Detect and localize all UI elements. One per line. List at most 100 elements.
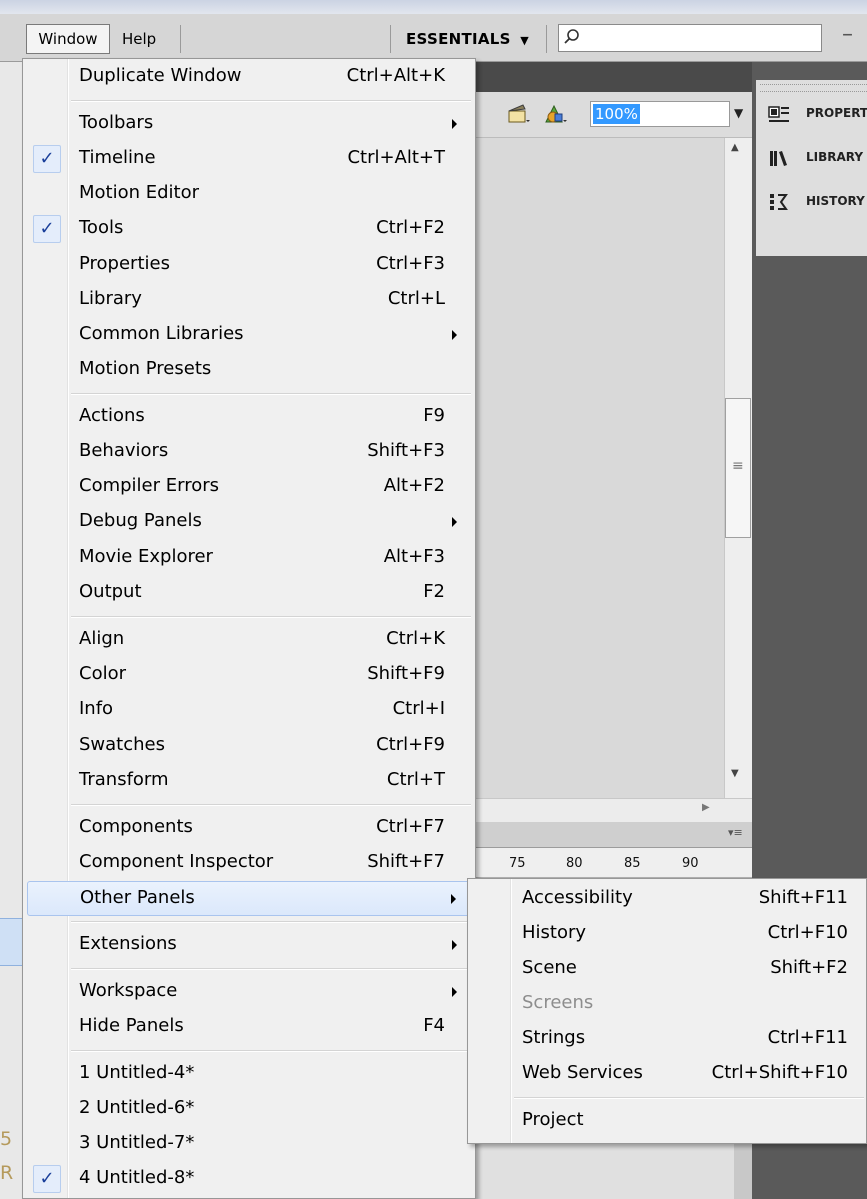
menu-item-shortcut: Alt+F3: [383, 546, 445, 567]
menu-item-4-untitled-8[interactable]: ✓ 4 Untitled-8*: [27, 1162, 471, 1197]
menu-item-label: Hide Panels: [79, 1015, 184, 1036]
dock-item-history[interactable]: HISTORY: [764, 190, 867, 216]
menu-separator: [71, 100, 471, 102]
scroll-down-icon[interactable]: ▼: [731, 768, 739, 779]
menu-help[interactable]: Help: [122, 24, 156, 54]
menu-item-timeline[interactable]: ✓ Timeline Ctrl+Alt+T: [27, 142, 471, 177]
submenu-item-scene[interactable]: Scene Shift+F2: [472, 952, 864, 987]
menu-item-output[interactable]: Output F2: [27, 576, 471, 611]
minimize-button[interactable]: –: [842, 22, 853, 47]
menu-item-label: Motion Presets: [79, 358, 212, 379]
menu-item-3-untitled-7[interactable]: 3 Untitled-7*: [27, 1127, 471, 1162]
scroll-up-icon[interactable]: ▲: [731, 142, 739, 153]
background-char: R: [0, 1162, 14, 1184]
menu-item-label: Timeline: [79, 147, 156, 168]
menu-item-1-untitled-4[interactable]: 1 Untitled-4*: [27, 1057, 471, 1092]
menu-item-swatches[interactable]: Swatches Ctrl+F9: [27, 729, 471, 764]
edit-scene-icon[interactable]: [506, 102, 530, 126]
menu-item-shortcut: Ctrl+F3: [376, 253, 445, 274]
history-icon: [770, 194, 788, 210]
menu-item-shortcut: Shift+F7: [367, 851, 445, 872]
zoom-select[interactable]: 100%: [590, 101, 730, 127]
menu-item-shortcut: Shift+F11: [758, 887, 848, 908]
menu-item-info[interactable]: Info Ctrl+I: [27, 693, 471, 728]
menu-item-shortcut: F4: [423, 1015, 445, 1036]
menu-item-extensions[interactable]: Extensions: [27, 928, 471, 963]
submenu-arrow-icon: [452, 517, 457, 527]
menu-window[interactable]: Window: [26, 24, 110, 54]
menu-item-label: Library: [79, 288, 142, 309]
menu-item-label: Actions: [79, 405, 145, 426]
menu-item-transform[interactable]: Transform Ctrl+T: [27, 764, 471, 799]
menu-item-shortcut: F2: [423, 581, 445, 602]
menu-item-2-untitled-6[interactable]: 2 Untitled-6*: [27, 1092, 471, 1127]
menu-item-properties[interactable]: Properties Ctrl+F3: [27, 248, 471, 283]
menu-item-label: Toolbars: [79, 112, 154, 133]
workspace-switcher[interactable]: ESSENTIALS ▼: [406, 24, 529, 56]
menu-item-label: Strings: [522, 1027, 586, 1048]
workspace-label: ESSENTIALS: [406, 30, 511, 48]
menu-item-hide-panels[interactable]: Hide Panels F4: [27, 1010, 471, 1045]
menu-item-component-inspector[interactable]: Component Inspector Shift+F7: [27, 846, 471, 881]
stage-area[interactable]: [476, 138, 724, 798]
timeline-header: [476, 822, 752, 848]
menu-item-library[interactable]: Library Ctrl+L: [27, 283, 471, 318]
menu-item-label: Compiler Errors: [79, 475, 219, 496]
menu-item-label: Component Inspector: [79, 851, 274, 872]
menu-separator: [71, 1050, 471, 1052]
menu-item-label: Project: [522, 1109, 584, 1130]
menu-item-behaviors[interactable]: Behaviors Shift+F3: [27, 435, 471, 470]
submenu-arrow-icon: [452, 330, 457, 340]
menu-item-label: 3 Untitled-7*: [79, 1132, 195, 1153]
submenu-item-strings[interactable]: Strings Ctrl+F11: [472, 1022, 864, 1057]
vertical-scrollbar[interactable]: [734, 1140, 752, 1199]
panel-menu-icon[interactable]: ▾≡: [728, 826, 743, 839]
menu-item-motion-presets[interactable]: Motion Presets: [27, 353, 471, 388]
menu-item-components[interactable]: Components Ctrl+F7: [27, 811, 471, 846]
menu-item-movie-explorer[interactable]: Movie Explorer Alt+F3: [27, 541, 471, 576]
menu-item-label: Behaviors: [79, 440, 169, 461]
search-input[interactable]: [558, 24, 822, 52]
dock-item-properties[interactable]: PROPERT: [764, 102, 867, 128]
menu-item-toolbars[interactable]: Toolbars: [27, 107, 471, 142]
menu-item-label: 1 Untitled-4*: [79, 1062, 195, 1083]
menu-item-label: Color: [79, 663, 126, 684]
document-tab-strip: [476, 62, 756, 92]
menu-item-duplicate-window[interactable]: Duplicate Window Ctrl+Alt+K: [27, 60, 471, 95]
dock-item-library[interactable]: LIBRARY: [764, 146, 867, 172]
menu-item-other-panels[interactable]: Other Panels: [27, 881, 471, 916]
checkmark-icon: ✓: [33, 145, 61, 173]
menu-item-color[interactable]: Color Shift+F9: [27, 658, 471, 693]
search-icon: [564, 29, 579, 44]
menu-item-shortcut: Shift+F2: [770, 957, 848, 978]
submenu-arrow-icon: [452, 119, 457, 129]
menu-item-label: Output: [79, 581, 142, 602]
menu-separator: [71, 393, 471, 395]
menu-item-debug-panels[interactable]: Debug Panels: [27, 505, 471, 540]
menu-separator: [514, 1097, 864, 1099]
menu-item-common-libraries[interactable]: Common Libraries: [27, 318, 471, 353]
menu-item-motion-editor[interactable]: Motion Editor: [27, 177, 471, 212]
menu-item-align[interactable]: Align Ctrl+K: [27, 623, 471, 658]
menu-item-actions[interactable]: Actions F9: [27, 400, 471, 435]
menubar-divider: [390, 25, 391, 53]
background-text: 5 R: [0, 1122, 13, 1190]
other-panels-submenu: Accessibility Shift+F11 History Ctrl+F10 Sce…: [467, 878, 867, 1144]
menu-item-label: Workspace: [79, 980, 178, 1001]
scroll-right-icon[interactable]: ▶: [702, 802, 710, 813]
horizontal-scrollbar[interactable]: [476, 798, 752, 822]
menu-item-shortcut: Ctrl+T: [386, 769, 445, 790]
dock-grip[interactable]: [760, 84, 867, 92]
menu-item-compiler-errors[interactable]: Compiler Errors Alt+F2: [27, 470, 471, 505]
menu-item-tools[interactable]: ✓ Tools Ctrl+F2: [27, 212, 471, 247]
menu-item-label: Accessibility: [522, 887, 633, 908]
edit-symbols-icon[interactable]: [542, 102, 568, 126]
submenu-item-project[interactable]: Project: [472, 1104, 864, 1139]
menu-item-shortcut: Shift+F3: [367, 440, 445, 461]
submenu-item-history[interactable]: History Ctrl+F10: [472, 917, 864, 952]
menu-item-label: Motion Editor: [79, 182, 200, 203]
chevron-down-icon[interactable]: ▼: [734, 106, 743, 120]
submenu-item-web-services[interactable]: Web Services Ctrl+Shift+F10: [472, 1057, 864, 1092]
menu-item-workspace[interactable]: Workspace: [27, 975, 471, 1010]
submenu-item-accessibility[interactable]: Accessibility Shift+F11: [472, 882, 864, 917]
